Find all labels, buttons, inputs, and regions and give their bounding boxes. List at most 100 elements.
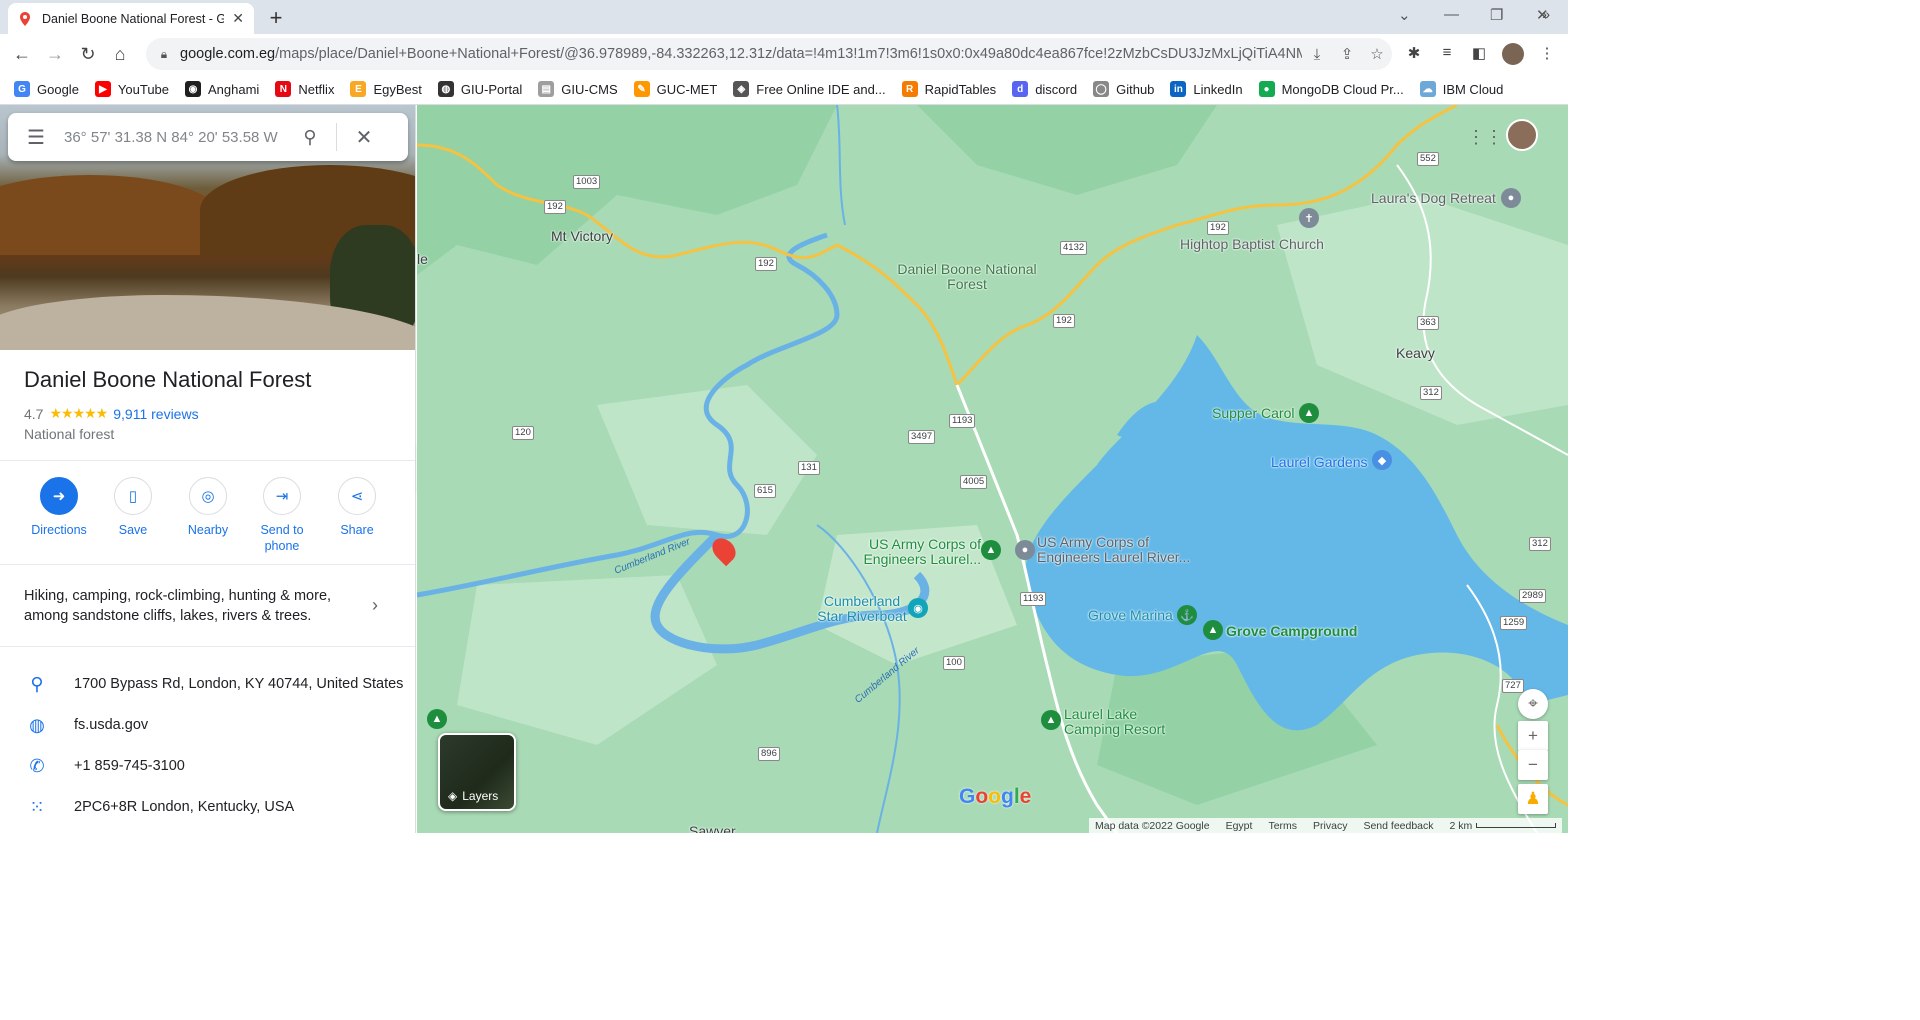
- camp-pin-icon[interactable]: ▲: [1041, 710, 1061, 730]
- plus-code-row[interactable]: ⁙ 2PC6+8R London, Kentucky, USA: [0, 787, 415, 827]
- nearby-button[interactable]: ◎ Nearby: [171, 477, 245, 538]
- label-usace-1[interactable]: US Army Corps of Engineers Laurel...: [841, 537, 981, 567]
- menu-icon[interactable]: ☰: [8, 125, 64, 150]
- phone-row[interactable]: ✆ +1 859-745-3100: [0, 746, 415, 786]
- send-to-phone-label: Send to phone: [260, 523, 304, 553]
- lock-icon[interactable]: 🔒︎: [156, 47, 172, 62]
- shopping-pin-icon[interactable]: ◆: [1372, 450, 1392, 470]
- label-supper-carol[interactable]: Supper Carol: [1212, 406, 1295, 421]
- bookmark-item[interactable]: ▤ GIU-CMS: [538, 81, 618, 97]
- browser-menu-icon[interactable]: ⋮: [1536, 44, 1558, 62]
- bookmark-label: discord: [1035, 81, 1078, 97]
- bookmark-item[interactable]: ◍ GIU-Portal: [437, 81, 522, 97]
- bookmark-item[interactable]: ◯ Github: [1093, 81, 1154, 97]
- search-input[interactable]: [64, 128, 284, 146]
- bookmark-item[interactable]: ● MongoDB Cloud Pr...: [1258, 81, 1404, 97]
- town-label-mt-victory[interactable]: Mt Victory: [551, 228, 613, 244]
- save-button[interactable]: ▯ Save: [96, 477, 170, 538]
- label-cumberland-riverboat[interactable]: Cumberland Star Riverboat: [812, 594, 912, 624]
- search-icon[interactable]: ⚲: [284, 127, 336, 148]
- road-shield: 1259: [1500, 616, 1528, 630]
- bookmark-item[interactable]: ☁ IBM Cloud: [1419, 81, 1504, 97]
- extensions-icon[interactable]: ✱: [1403, 44, 1425, 62]
- camera-pin-icon[interactable]: ◉: [908, 598, 928, 618]
- profile-avatar[interactable]: [1502, 43, 1524, 65]
- bookmarks-more-icon[interactable]: »: [1542, 6, 1550, 22]
- label-grove-campground[interactable]: Grove Campground: [1226, 624, 1357, 639]
- home-icon[interactable]: ⌂: [108, 42, 132, 66]
- label-laurel-gardens[interactable]: Laurel Gardens: [1271, 454, 1368, 470]
- town-label-keavy[interactable]: Keavy: [1396, 345, 1435, 361]
- layers-button[interactable]: ◈ Layers: [438, 733, 516, 811]
- privacy-link[interactable]: Privacy: [1313, 820, 1347, 832]
- road-shield: 1193: [1020, 592, 1047, 606]
- town-label-sawyer[interactable]: Sawyer: [689, 823, 736, 833]
- share-page-icon[interactable]: ⇪: [1332, 45, 1362, 63]
- bookmarks-bar: G Google ▶ YouTube ◉ Anghami N Netflix E EgyBest ◍…: [0, 74, 1568, 105]
- close-search-icon[interactable]: ✕: [337, 125, 391, 150]
- bookmark-star-icon[interactable]: ☆: [1362, 45, 1392, 63]
- send-to-phone-button[interactable]: ⇥ Send to phone: [245, 477, 319, 554]
- new-tab-button[interactable]: +: [265, 5, 287, 31]
- bookmark-item[interactable]: d discord: [1012, 81, 1077, 97]
- bookmark-item[interactable]: ◉ Anghami: [185, 81, 259, 97]
- directions-button[interactable]: ➜ Directions: [22, 477, 96, 538]
- terms-link[interactable]: Terms: [1268, 820, 1297, 832]
- country-link[interactable]: Egypt: [1226, 820, 1253, 832]
- url-text[interactable]: google.com.eg/maps/place/Daniel+Boone+Na…: [180, 46, 1302, 62]
- bookmark-label: MongoDB Cloud Pr...: [1281, 81, 1404, 97]
- park-pin-icon[interactable]: ▲: [981, 540, 1001, 560]
- park-pin-icon[interactable]: ▲: [427, 709, 447, 729]
- pegman-icon[interactable]: ♟: [1518, 784, 1548, 814]
- sidepanel-icon[interactable]: ◧: [1468, 44, 1490, 62]
- reload-icon[interactable]: ↻: [76, 42, 100, 66]
- label-daniel-boone-forest[interactable]: Daniel Boone National Forest: [897, 262, 1037, 292]
- place-description[interactable]: Hiking, camping, rock-climbing, hunting …: [24, 586, 344, 626]
- zoom-out-icon[interactable]: −: [1518, 750, 1548, 780]
- restore-icon[interactable]: ❐: [1490, 6, 1503, 24]
- send-feedback-link[interactable]: Send feedback: [1363, 820, 1433, 832]
- address-bar[interactable]: 🔒︎ google.com.eg/maps/place/Daniel+Boone…: [146, 38, 1392, 70]
- tab-search-icon[interactable]: ⌄: [1398, 6, 1411, 24]
- bookmark-item[interactable]: ◈ Free Online IDE and...: [733, 81, 886, 97]
- chevron-right-icon[interactable]: ›: [372, 595, 378, 616]
- label-grove-marina[interactable]: Grove Marina: [1088, 608, 1173, 623]
- label-usace-2[interactable]: US Army Corps of Engineers Laurel River.…: [1037, 535, 1202, 565]
- media-icon[interactable]: ≡: [1436, 44, 1458, 61]
- label-hightop-church[interactable]: Hightop Baptist Church: [1180, 237, 1324, 252]
- bookmark-item[interactable]: ✎ GUC-MET: [633, 81, 717, 97]
- minimize-icon[interactable]: —: [1444, 6, 1459, 23]
- bookmark-item[interactable]: N Netflix: [275, 81, 334, 97]
- back-icon[interactable]: ←: [10, 42, 34, 66]
- share-button[interactable]: ⋖ Share: [320, 477, 394, 538]
- browser-tab[interactable]: Daniel Boone National Forest - G ✕: [8, 3, 254, 34]
- zoom-in-icon[interactable]: +: [1518, 721, 1548, 751]
- marina-pin-icon[interactable]: ⚓: [1177, 605, 1197, 625]
- bookmark-item[interactable]: E EgyBest: [350, 81, 422, 97]
- google-logo: Google: [959, 785, 1032, 808]
- place-pin-icon[interactable]: ●: [1015, 540, 1035, 560]
- bookmark-item[interactable]: G Google: [14, 81, 79, 97]
- install-icon[interactable]: ⤓: [1302, 46, 1332, 63]
- address-row[interactable]: ⚲ 1700 Bypass Rd, London, KY 40744, Unit…: [0, 664, 415, 704]
- tab-close-icon[interactable]: ✕: [232, 10, 244, 27]
- rating-value: 4.7: [24, 405, 44, 422]
- scale-bar[interactable]: 2 km: [1450, 820, 1473, 832]
- bookmark-item[interactable]: R RapidTables: [901, 81, 996, 97]
- park-pin-icon[interactable]: ▲: [1299, 403, 1319, 423]
- label-lauras-dog-retreat[interactable]: Laura's Dog Retreat: [1371, 191, 1496, 206]
- church-pin-icon[interactable]: ✝: [1299, 208, 1319, 228]
- forward-icon[interactable]: →: [43, 42, 67, 66]
- my-location-icon[interactable]: ⌖: [1518, 689, 1548, 719]
- camp-pin-icon[interactable]: ▲: [1203, 620, 1223, 640]
- bookmark-label: IBM Cloud: [1442, 81, 1504, 97]
- place-pin-icon[interactable]: ●: [1501, 188, 1521, 208]
- bookmark-item[interactable]: ▶ YouTube: [94, 81, 169, 97]
- account-avatar[interactable]: [1506, 119, 1538, 151]
- label-laurel-lake-camping[interactable]: Laurel Lake Camping Resort: [1064, 707, 1184, 737]
- reviews-link[interactable]: 9,911 reviews: [113, 406, 198, 422]
- bookmark-item[interactable]: in LinkedIn: [1170, 81, 1243, 97]
- website-row[interactable]: ◍ fs.usda.gov: [0, 705, 415, 745]
- place-category[interactable]: National forest: [24, 426, 114, 442]
- map-canvas[interactable]: Mt Victory le Daniel Boone National Fore…: [417, 105, 1568, 833]
